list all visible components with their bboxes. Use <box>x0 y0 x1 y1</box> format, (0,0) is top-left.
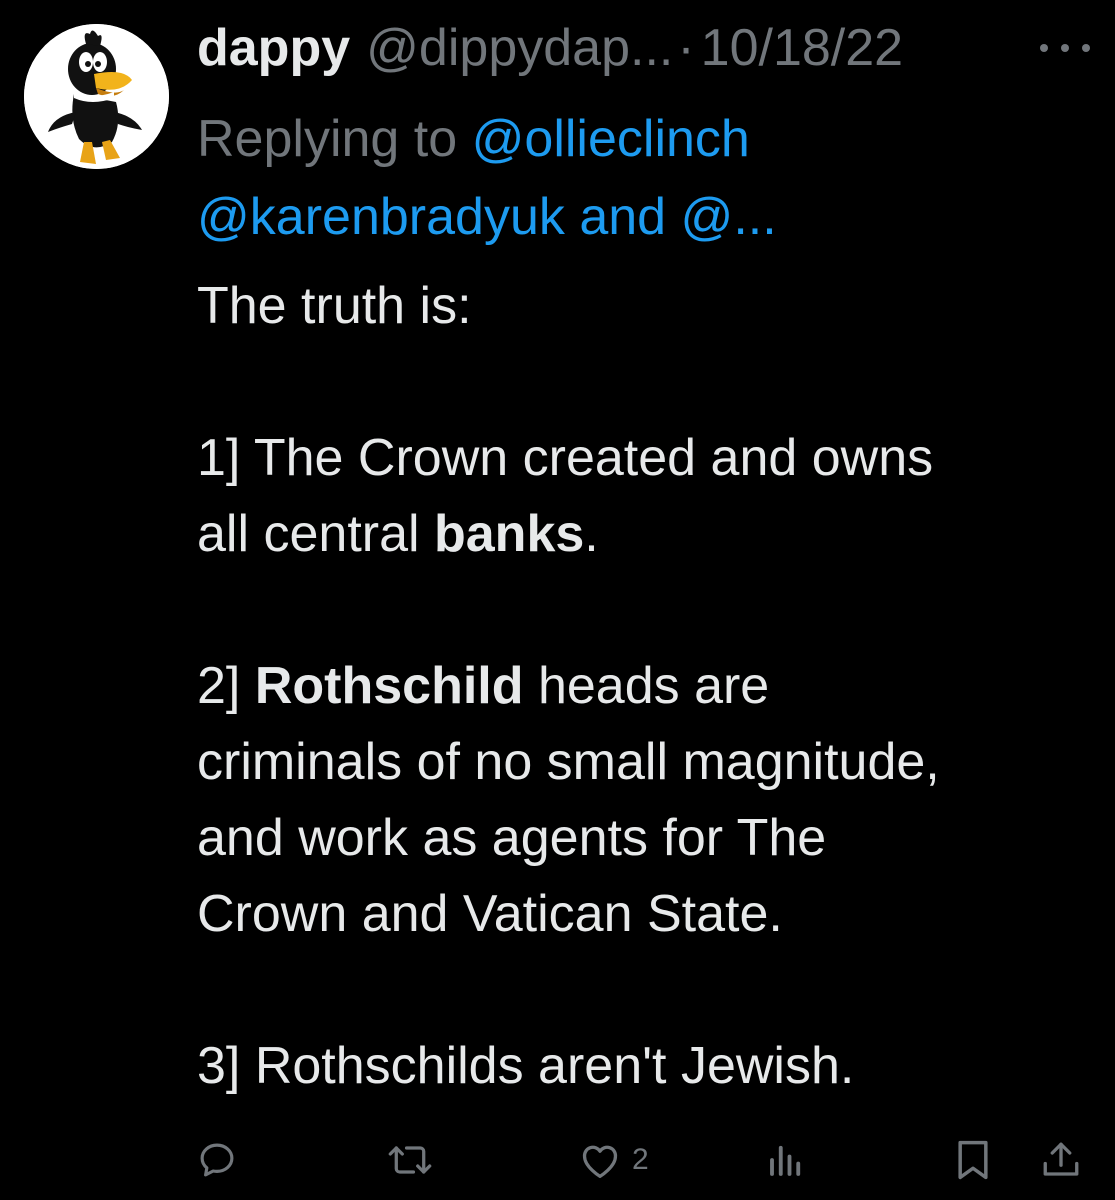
replying-prefix: Replying to <box>197 110 458 168</box>
bold-text: Rothschild <box>254 657 524 715</box>
bold-text: banks <box>434 505 585 563</box>
retweet-button[interactable] <box>386 1130 434 1190</box>
body-line: The truth is: <box>197 277 472 335</box>
daffy-duck-avatar-icon <box>24 24 169 169</box>
action-bar: 2 <box>0 1130 1115 1190</box>
more-dots-icon[interactable] <box>1040 28 1090 68</box>
body-line: 1] The Crown created and owns <box>197 429 934 487</box>
tweet-text: The truth is: 1] The Crown created and o… <box>197 268 1097 1104</box>
user-handle[interactable]: @dippydap... <box>366 18 673 78</box>
display-name[interactable]: dappy <box>197 18 350 78</box>
replying-and[interactable]: and <box>579 188 666 246</box>
avatar[interactable] <box>24 24 169 169</box>
bookmark-button[interactable] <box>953 1130 993 1190</box>
body-line: 2] Rothschild heads are <box>197 657 770 715</box>
body-line: 3] Rothschilds aren't Jewish. <box>197 1037 855 1095</box>
share-icon <box>1043 1142 1079 1176</box>
mention-ollieclinch[interactable]: @ollieclinch <box>472 110 750 168</box>
views-button[interactable] <box>764 1130 808 1190</box>
separator-dot: · <box>677 19 695 77</box>
body-line: and work as agents for The <box>197 809 827 867</box>
tweet-date[interactable]: 10/18/22 <box>701 18 903 78</box>
replying-to: Replying to @ollieclinch @karenbradyuk a… <box>197 100 1077 256</box>
views-icon <box>770 1145 801 1176</box>
like-count: 2 <box>632 1143 649 1176</box>
reply-button[interactable] <box>196 1130 238 1190</box>
body-line: criminals of no small magnitude, <box>197 733 940 791</box>
reply-icon <box>200 1143 234 1177</box>
share-button[interactable] <box>1040 1130 1082 1190</box>
tweet-header: dappy @dippydap... · 10/18/22 <box>197 18 1027 78</box>
tweet[interactable]: dappy @dippydap... · 10/18/22 Replying t… <box>0 0 1115 1200</box>
body-line: Crown and Vatican State. <box>197 885 783 943</box>
heart-icon <box>582 1145 618 1178</box>
bookmark-icon <box>958 1140 988 1180</box>
body-line: all central banks. <box>197 505 599 563</box>
mention-more[interactable]: @... <box>681 188 777 246</box>
mention-karenbradyuk[interactable]: @karenbradyuk <box>197 188 565 246</box>
retweet-icon <box>388 1146 432 1174</box>
like-button[interactable]: 2 <box>578 1130 649 1190</box>
